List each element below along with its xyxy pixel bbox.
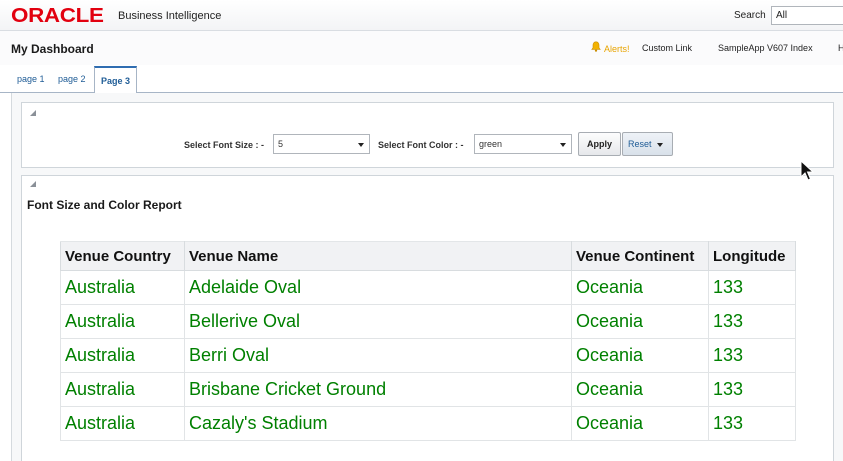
- search-scope-select[interactable]: All: [771, 6, 843, 25]
- mouse-cursor-icon: [800, 160, 814, 181]
- bell-icon[interactable]: [591, 41, 601, 52]
- search-label: Search: [734, 10, 766, 21]
- font-color-label: Select Font Color : -: [378, 140, 464, 150]
- prompt-section: [21, 102, 834, 168]
- report-section: Font Size and Color Report Venue Country…: [21, 175, 834, 461]
- column-header-venue-continent[interactable]: Venue Continent: [571, 241, 709, 271]
- font-color-select[interactable]: green: [474, 134, 572, 154]
- table-cell: Australia: [60, 304, 185, 339]
- table-cell: Oceania: [571, 372, 709, 407]
- top-header: ORACLE Business Intelligence Search All: [0, 0, 843, 31]
- table-cell: Brisbane Cricket Ground: [184, 372, 572, 407]
- tab-page-1[interactable]: page 1: [17, 74, 45, 84]
- font-size-label: Select Font Size : -: [184, 140, 265, 150]
- table-cell: Australia: [60, 338, 185, 373]
- table-cell: 133: [708, 372, 796, 407]
- table-cell: 133: [708, 406, 796, 441]
- table-row: Australia Adelaide Oval Oceania 133: [60, 270, 796, 305]
- table-cell: Adelaide Oval: [184, 270, 572, 305]
- table-cell: Cazaly's Stadium: [184, 406, 572, 441]
- table-cell: 133: [708, 270, 796, 305]
- chevron-down-icon: [657, 143, 663, 147]
- font-color-value: green: [479, 139, 503, 149]
- table-cell: Australia: [60, 372, 185, 407]
- dashboard-title: My Dashboard: [11, 42, 94, 56]
- table-cell: Australia: [60, 406, 185, 441]
- custom-link[interactable]: Custom Link: [642, 43, 692, 53]
- table-row: Australia Berri Oval Oceania 133: [60, 338, 796, 373]
- report-table: Venue Country Venue Name Venue Continent…: [60, 241, 796, 441]
- table-cell: Oceania: [571, 406, 709, 441]
- tab-page-2[interactable]: page 2: [58, 74, 86, 84]
- column-header-venue-name[interactable]: Venue Name: [184, 241, 572, 271]
- table-cell: 133: [708, 338, 796, 373]
- help-link[interactable]: H: [838, 43, 843, 53]
- collapse-triangle-icon[interactable]: [30, 181, 36, 187]
- collapse-triangle-icon[interactable]: [30, 110, 36, 116]
- product-name: Business Intelligence: [118, 10, 222, 22]
- table-cell: Bellerive Oval: [184, 304, 572, 339]
- reset-button[interactable]: Reset: [622, 132, 673, 156]
- sampleapp-index-link[interactable]: SampleApp V607 Index: [718, 43, 813, 53]
- dashboard-bar: My Dashboard: [0, 31, 843, 65]
- table-cell: Oceania: [571, 338, 709, 373]
- table-cell: Berri Oval: [184, 338, 572, 373]
- table-row: Australia Cazaly's Stadium Oceania 133: [60, 406, 796, 441]
- tab-page-3[interactable]: Page 3: [94, 66, 138, 94]
- dropdown-arrow-icon: [358, 143, 364, 147]
- table-header-row: Venue Country Venue Name Venue Continent…: [60, 241, 796, 271]
- table-cell: 133: [708, 304, 796, 339]
- table-row: Australia Brisbane Cricket Ground Oceani…: [60, 372, 796, 407]
- table-cell: Oceania: [571, 270, 709, 305]
- alerts-link[interactable]: Alerts!: [604, 44, 630, 54]
- table-cell: Australia: [60, 270, 185, 305]
- dropdown-arrow-icon: [560, 143, 566, 147]
- column-header-longitude[interactable]: Longitude: [708, 241, 796, 271]
- page-tabs: page 1 page 2 Page 3: [0, 66, 843, 94]
- table-row: Australia Bellerive Oval Oceania 133: [60, 304, 796, 339]
- table-cell: Oceania: [571, 304, 709, 339]
- font-size-select[interactable]: 5: [273, 134, 370, 154]
- report-title: Font Size and Color Report: [27, 198, 182, 212]
- apply-button[interactable]: Apply: [578, 132, 621, 156]
- oracle-logo[interactable]: ORACLE: [11, 5, 104, 28]
- reset-label: Reset: [628, 139, 652, 149]
- font-size-value: 5: [278, 139, 284, 149]
- column-header-venue-country[interactable]: Venue Country: [60, 241, 185, 271]
